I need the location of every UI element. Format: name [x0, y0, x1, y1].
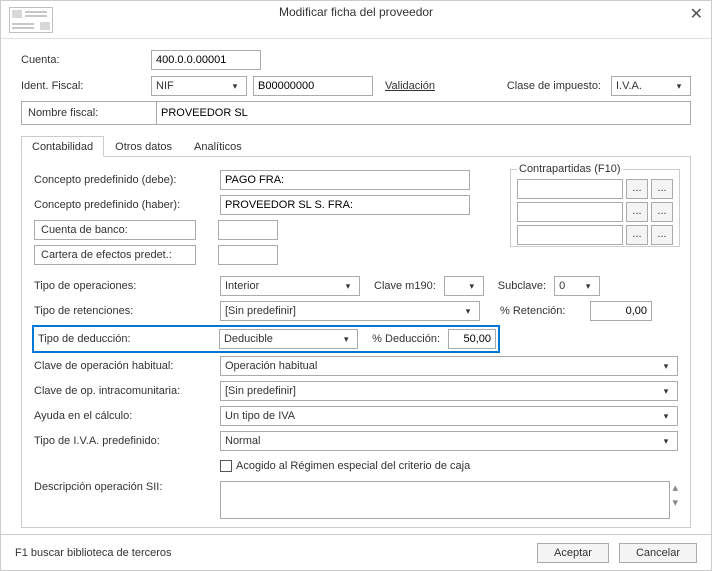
lookup-button[interactable]: ... [651, 202, 673, 222]
subclave-label: Subclave: [498, 280, 546, 292]
pct-ret-label: % Retención: [500, 305, 590, 317]
contrapartidas-group: Contrapartidas (F10) ...... ...... .....… [510, 163, 680, 247]
validacion-link[interactable]: Validación [385, 80, 435, 92]
clase-combo[interactable]: I.V.A. [611, 76, 691, 96]
clave-ic-combo[interactable]: [Sin predefinir] [220, 381, 678, 401]
subclave-combo[interactable]: 0 [554, 276, 600, 296]
contrapartida-field[interactable] [517, 179, 623, 199]
chevron-down-icon [581, 281, 595, 292]
chevron-down-icon [659, 411, 673, 422]
chevron-down-icon [339, 334, 353, 345]
tab-contabilidad[interactable]: Contabilidad [21, 136, 104, 157]
contrapartida-field[interactable] [517, 225, 623, 245]
contrapartidas-label: Contrapartidas (F10) [517, 163, 623, 175]
clave190-label: Clave m190: [374, 280, 436, 292]
acogido-label: Acogido al Régimen especial del criterio… [236, 460, 470, 472]
lookup-button[interactable]: ... [651, 179, 673, 199]
acogido-checkbox[interactable] [220, 460, 232, 472]
concepto-haber-input[interactable] [220, 195, 470, 215]
tipo-iva-combo[interactable]: Normal [220, 431, 678, 451]
chevron-down-icon [228, 81, 242, 92]
chevron-down-icon [659, 386, 673, 397]
tab-otros-datos[interactable]: Otros datos [104, 136, 183, 157]
chevron-down-icon [659, 361, 673, 372]
lookup-button[interactable]: ... [626, 225, 648, 245]
accept-button[interactable]: Aceptar [537, 543, 609, 563]
tipo-ded-combo[interactable]: Deducible [219, 329, 358, 349]
tipo-ret-combo[interactable]: [Sin predefinir] [220, 301, 480, 321]
tipo-iva-label: Tipo de I.V.A. predefinido: [34, 435, 220, 447]
pct-ret-input[interactable] [590, 301, 652, 321]
window-title: Modificar ficha del proveedor [1, 1, 711, 19]
tipo-ded-label: Tipo de deducción: [36, 333, 219, 345]
cartera-input[interactable] [218, 245, 278, 265]
clave-ic-label: Clave de op. intracomunitaria: [34, 385, 220, 397]
clave-op-combo[interactable]: Operación habitual [220, 356, 678, 376]
chevron-down-icon [465, 281, 479, 292]
cuenta-label: Cuenta: [21, 54, 151, 66]
ident-type-combo[interactable]: NIF [151, 76, 247, 96]
clave-op-label: Clave de operación habitual: [34, 360, 220, 372]
cuenta-input[interactable] [151, 50, 261, 70]
nombre-input[interactable] [156, 102, 684, 124]
ayuda-combo[interactable]: Un tipo de IVA [220, 406, 678, 426]
cancel-button[interactable]: Cancelar [619, 543, 697, 563]
contrapartida-field[interactable] [517, 202, 623, 222]
chevron-down-icon [461, 306, 475, 317]
cartera-label: Cartera de efectos predet.: [34, 245, 196, 265]
tab-analiticos[interactable]: Analíticos [183, 136, 253, 157]
lookup-button[interactable]: ... [651, 225, 673, 245]
footer-hint: F1 buscar biblioteca de terceros [15, 547, 172, 559]
clase-label: Clase de impuesto: [507, 80, 601, 92]
close-icon[interactable]: ✕ [690, 7, 703, 23]
ident-label: Ident. Fiscal: [21, 80, 151, 92]
chevron-down-icon [341, 281, 355, 292]
tipo-oper-combo[interactable]: Interior [220, 276, 360, 296]
concepto-debe-label: Concepto predefinido (debe): [34, 174, 220, 186]
lookup-button[interactable]: ... [626, 202, 648, 222]
tipo-oper-label: Tipo de operaciones: [34, 280, 220, 292]
cuenta-banco-label: Cuenta de banco: [34, 220, 196, 240]
window-icon [9, 7, 53, 33]
chevron-down-icon [659, 436, 673, 447]
chevron-down-icon [672, 81, 686, 92]
clave190-combo[interactable] [444, 276, 484, 296]
ayuda-label: Ayuda en el cálculo: [34, 410, 220, 422]
cuenta-banco-input[interactable] [218, 220, 278, 240]
desc-sii-label: Descripción operación SII: [34, 481, 220, 493]
ident-value-input[interactable] [253, 76, 373, 96]
lookup-button[interactable]: ... [626, 179, 648, 199]
tipo-ret-label: Tipo de retenciones: [34, 305, 220, 317]
concepto-haber-label: Concepto predefinido (haber): [34, 199, 220, 211]
desc-sii-textarea[interactable] [220, 481, 670, 519]
pct-ded-label: % Deducción: [372, 333, 440, 345]
concepto-debe-input[interactable] [220, 170, 470, 190]
nombre-label: Nombre fiscal: [28, 107, 146, 119]
pct-ded-input[interactable] [448, 329, 496, 349]
scroll-down-icon: ▾ [672, 496, 678, 509]
scroll-up-icon: ▴ [672, 481, 678, 494]
